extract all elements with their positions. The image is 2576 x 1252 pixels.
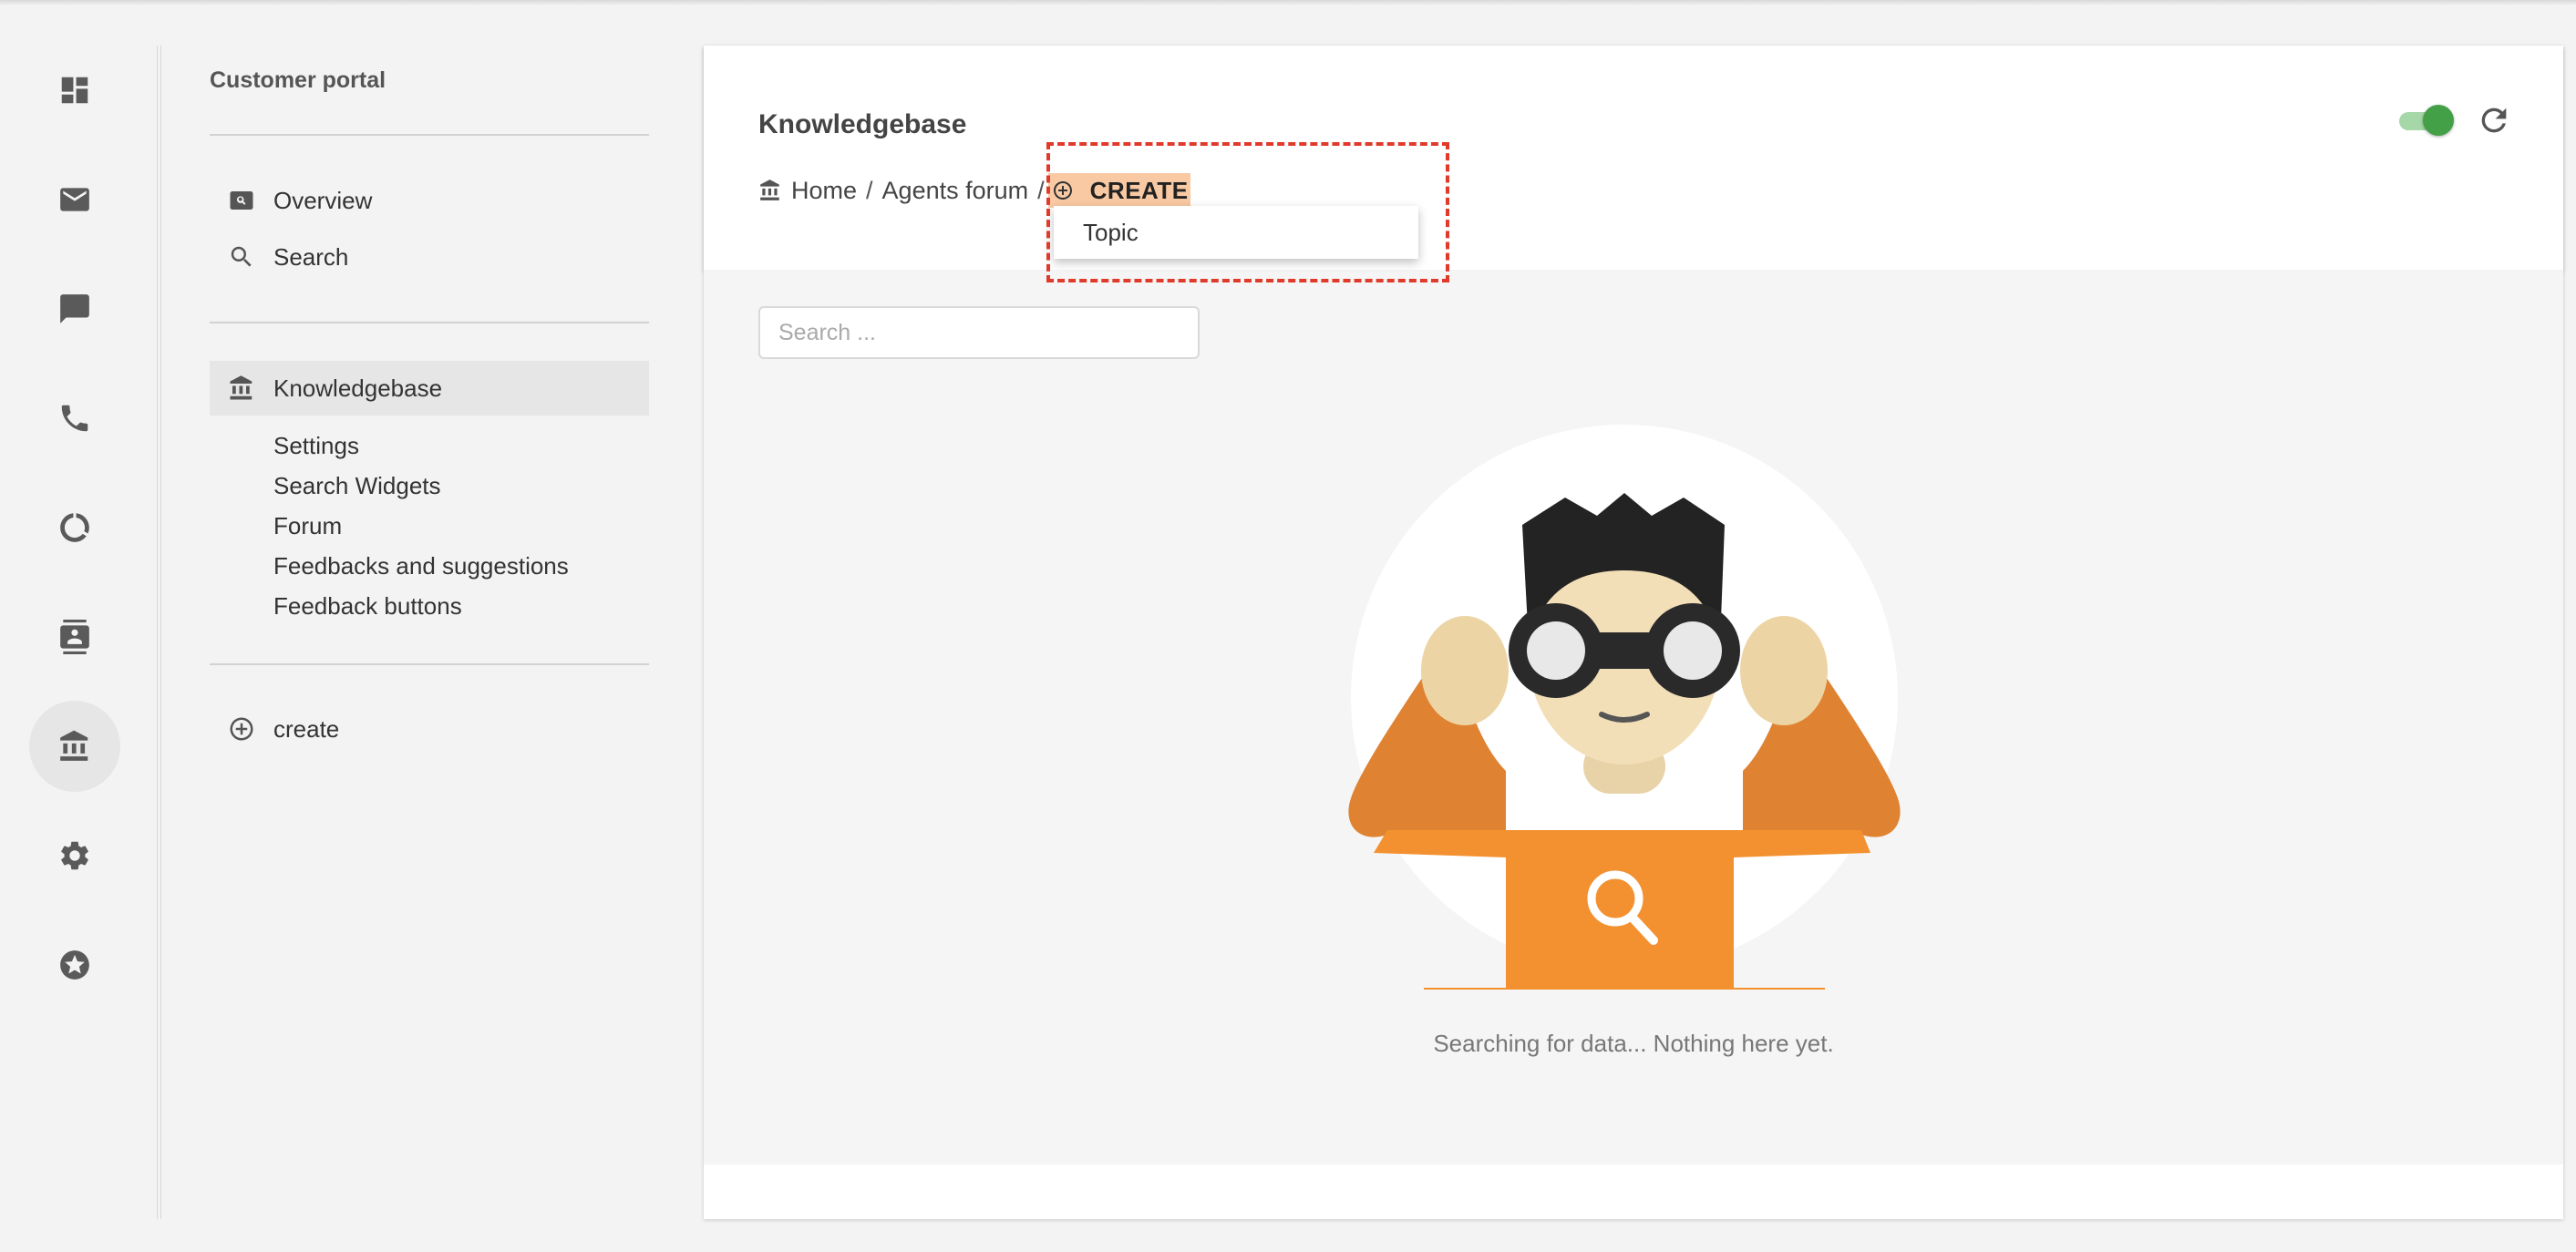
toggle-knob — [2423, 105, 2454, 136]
search-input[interactable] — [758, 306, 1200, 359]
rail-contacts[interactable] — [29, 591, 120, 682]
mode-toggle[interactable] — [2397, 104, 2454, 137]
page-title: Knowledgebase — [758, 109, 967, 139]
rail-knowledgebase[interactable] — [29, 701, 120, 792]
contacts-icon — [60, 620, 89, 654]
rail-dashboard[interactable] — [29, 45, 120, 136]
chat-icon — [60, 294, 89, 323]
sidebar-subitem-feedback-buttons[interactable]: Feedback buttons — [273, 592, 462, 621]
rail-favorites[interactable] — [29, 919, 120, 1011]
page-header: Knowledgebase Home / Agents forum / CREA… — [704, 46, 2563, 270]
rail-reports[interactable] — [29, 482, 120, 573]
mail-icon — [60, 188, 89, 211]
rail-phone[interactable] — [29, 373, 120, 464]
sidebar-subitem-forum[interactable]: Forum — [273, 512, 342, 540]
sidebar-title: Customer portal — [210, 67, 386, 93]
rail-chat[interactable] — [29, 263, 120, 354]
bank-icon — [210, 375, 273, 402]
rail-mail[interactable] — [29, 154, 120, 245]
phone-icon — [61, 405, 88, 432]
sidebar-item-label: Knowledgebase — [273, 374, 443, 402]
refresh-icon — [2481, 108, 2507, 133]
rail-settings[interactable] — [29, 810, 120, 901]
rail-divider — [157, 46, 161, 1219]
sidebar-divider — [210, 663, 649, 665]
sidebar: Customer portal Overview Search Knowledg… — [210, 0, 649, 1252]
sidebar-subitem-search-widgets[interactable]: Search Widgets — [273, 472, 441, 500]
empty-state-illustration — [1348, 425, 1901, 990]
sidebar-subitem-feedbacks[interactable]: Feedbacks and suggestions — [273, 552, 569, 580]
sidebar-create-label: create — [273, 714, 340, 743]
bank-icon — [760, 180, 779, 200]
highlight-box — [1046, 142, 1449, 282]
breadcrumb-separator: / — [866, 176, 873, 204]
report-icon — [60, 513, 89, 542]
sidebar-divider — [210, 134, 649, 136]
sidebar-item-overview[interactable]: Overview — [210, 173, 649, 228]
gear-icon — [61, 841, 88, 870]
breadcrumb-separator: / — [1037, 176, 1045, 204]
sidebar-create[interactable]: create — [210, 702, 649, 756]
dashboard-icon — [61, 77, 88, 104]
sidebar-item-label: Search — [273, 242, 349, 271]
add-circle-icon — [210, 715, 273, 743]
content-area: Searching for data... Nothing here yet. — [704, 270, 2563, 1165]
sidebar-subitem-settings[interactable]: Settings — [273, 432, 359, 460]
star-icon — [60, 950, 89, 980]
search-icon — [210, 243, 273, 271]
main-panel: Knowledgebase Home / Agents forum / CREA… — [704, 46, 2563, 1219]
bank-icon — [60, 730, 88, 761]
refresh-button[interactable] — [2476, 102, 2512, 139]
breadcrumb-home[interactable]: Home — [791, 177, 857, 205]
sidebar-item-knowledgebase[interactable]: Knowledgebase — [210, 361, 649, 416]
breadcrumb-agents-forum[interactable]: Agents forum — [882, 177, 1029, 205]
sidebar-divider — [210, 322, 649, 323]
empty-state-message: Searching for data... Nothing here yet. — [1433, 1030, 1834, 1057]
sidebar-item-search[interactable]: Search — [210, 230, 649, 284]
overview-icon — [210, 187, 273, 214]
icon-rail — [0, 0, 157, 1252]
sidebar-item-label: Overview — [273, 186, 373, 214]
